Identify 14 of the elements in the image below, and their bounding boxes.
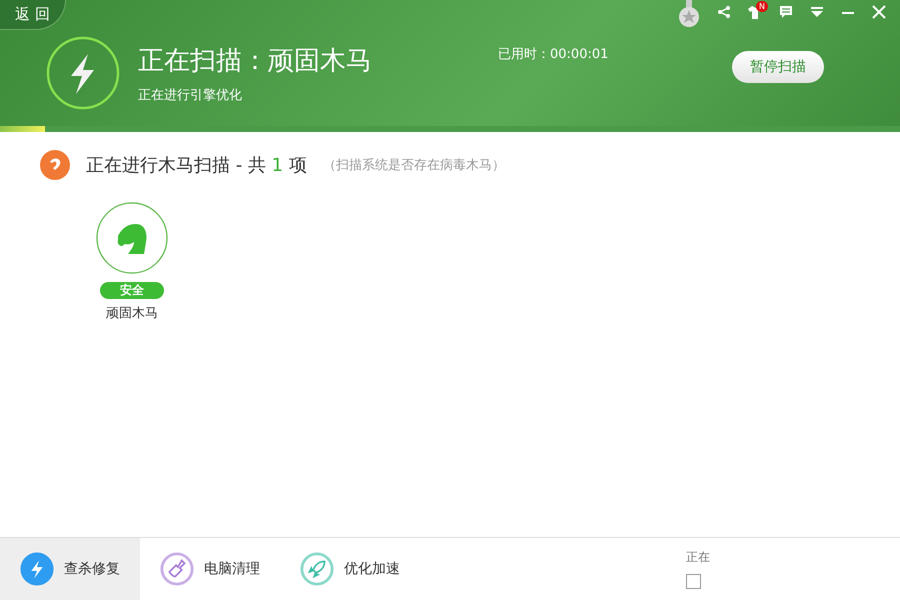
status-badge: 安全: [100, 282, 164, 299]
pause-scan-button[interactable]: 暂停扫描: [732, 51, 824, 83]
scan-status: 正在进行引擎优化: [138, 86, 243, 104]
back-button[interactable]: 返 回: [0, 0, 66, 30]
section-hint: （扫描系统是否存在病毒木马）: [322, 157, 505, 174]
item-name: 顽固木马: [106, 305, 158, 322]
engine-status: 正在: [686, 549, 710, 566]
nav-tab[interactable]: 电脑清理: [140, 538, 280, 600]
notification-badge: N: [756, 1, 768, 12]
section-title: 正在进行木马扫描 - 共 1 项: [86, 154, 307, 177]
nav-tab[interactable]: 优化加速: [280, 538, 420, 600]
nav-tab[interactable]: 查杀修复: [0, 538, 140, 600]
scan-title: 正在扫描：顽固木马: [138, 44, 373, 78]
elapsed-time: 已用时：00:00:01: [498, 46, 610, 63]
